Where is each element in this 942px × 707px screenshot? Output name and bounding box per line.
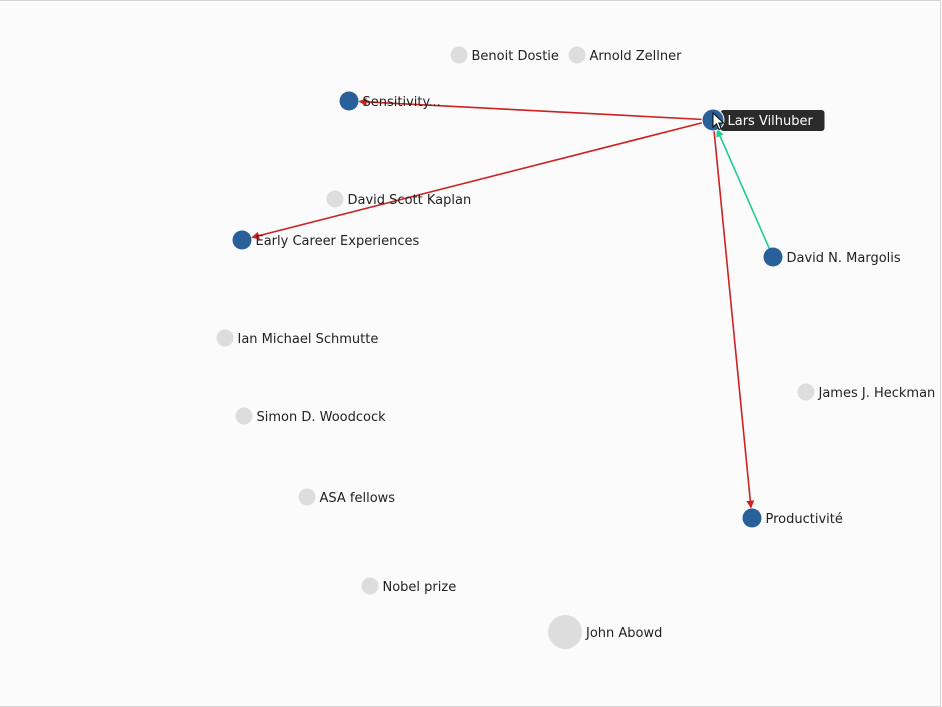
node-circle[interactable] <box>326 190 344 208</box>
node-label: David Scott Kaplan <box>348 193 472 208</box>
node-simon-woodcock[interactable]: Simon D. Woodcock <box>235 407 387 426</box>
node-david-scott-kaplan[interactable]: David Scott Kaplan <box>326 190 472 209</box>
node-arnold-zellner[interactable]: Arnold Zellner <box>568 46 683 65</box>
node-circle[interactable] <box>235 407 253 425</box>
edge-lars-vilhuber-to-productivite <box>712 119 755 509</box>
node-label: John Abowd <box>585 626 662 641</box>
node-label: David N. Margolis <box>787 251 901 266</box>
node-label: Early Career Experiences <box>256 234 420 249</box>
node-david-margolis[interactable]: David N. Margolis <box>763 247 901 267</box>
edge-david-margolis-to-lars-vilhuber <box>716 128 774 258</box>
tooltip-text: Lars Vilhuber <box>728 114 814 129</box>
node-circle[interactable] <box>568 46 586 64</box>
node-productivite[interactable]: Productivité <box>742 508 843 528</box>
hover-tooltip: Lars Vilhuber <box>720 110 825 131</box>
node-label: Nobel prize <box>383 580 457 595</box>
node-john-abowd[interactable]: John Abowd <box>548 615 662 649</box>
node-circle[interactable] <box>339 91 359 111</box>
graph-canvas[interactable]: Benoit Dostie Arnold Zellner Sensitivity..… <box>0 0 941 707</box>
node-circle[interactable] <box>797 383 815 401</box>
node-benoit-dostie[interactable]: Benoit Dostie <box>450 46 559 65</box>
network-graph[interactable]: Benoit Dostie Arnold Zellner Sensitivity..… <box>0 1 940 706</box>
node-circle[interactable] <box>232 230 252 250</box>
node-label: James J. Heckman <box>818 386 936 401</box>
node-circle[interactable] <box>361 577 379 595</box>
node-label: Productivité <box>766 512 843 527</box>
node-label: Sensitivity... <box>363 95 441 110</box>
edge-lars-vilhuber-to-early-career <box>251 119 714 240</box>
node-circle[interactable] <box>216 329 234 347</box>
node-james-heckman[interactable]: James J. Heckman <box>797 383 936 402</box>
node-circle[interactable] <box>742 508 762 528</box>
node-label: Arnold Zellner <box>590 49 683 64</box>
edge-layer <box>251 97 774 509</box>
node-layer: Benoit Dostie Arnold Zellner Sensitivity..… <box>216 46 936 649</box>
node-label: ASA fellows <box>320 491 396 506</box>
node-circle[interactable] <box>450 46 468 64</box>
node-label: Ian Michael Schmutte <box>238 332 379 347</box>
node-ian-schmutte[interactable]: Ian Michael Schmutte <box>216 329 379 348</box>
node-early-career[interactable]: Early Career Experiences <box>232 230 420 250</box>
node-label: Simon D. Woodcock <box>257 410 387 425</box>
node-nobel-prize[interactable]: Nobel prize <box>361 577 457 596</box>
node-sensitivity[interactable]: Sensitivity... <box>339 91 441 111</box>
overlay-layer: Lars Vilhuber <box>701 108 825 132</box>
node-circle[interactable] <box>548 615 582 649</box>
node-circle[interactable] <box>763 247 783 267</box>
node-asa-fellows[interactable]: ASA fellows <box>298 488 396 507</box>
node-label: Benoit Dostie <box>472 49 559 64</box>
node-circle[interactable] <box>298 488 316 506</box>
